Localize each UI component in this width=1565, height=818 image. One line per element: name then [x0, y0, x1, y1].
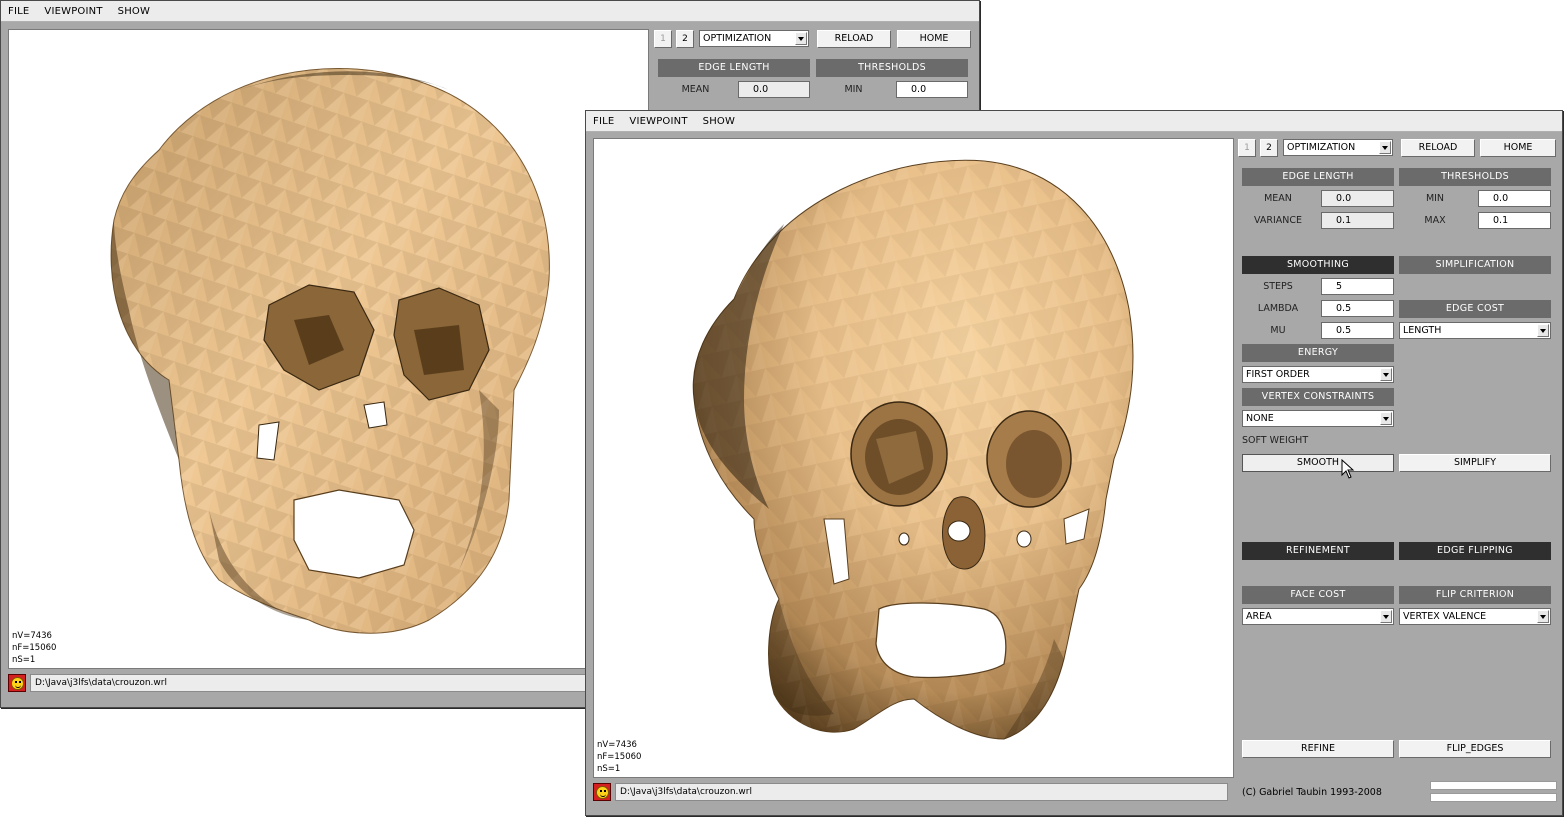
vertex-constraints-dropdown-icon [1380, 412, 1392, 425]
front-window: FILE VIEWPOINT SHOW nV=7436 nF=15060 nS=… [585, 110, 1563, 816]
vertex-constraints-header: VERTEX CONSTRAINTS [1242, 388, 1394, 406]
mean-label: MEAN [1264, 193, 1292, 204]
copyright-text: (C) Gabriel Taubin 1993-2008 [1242, 787, 1382, 798]
stat-vertex-count: nV=7436 [597, 740, 637, 750]
face-cost-value: AREA [1246, 611, 1272, 622]
optimization-panel: 1 2 OPTIMIZATION RELOAD HOME EDGE LENGTH… [1234, 133, 1562, 815]
smiley-icon[interactable] [593, 783, 611, 801]
lambda-field[interactable]: 0.5 [1321, 300, 1394, 317]
energy-value: FIRST ORDER [1246, 369, 1310, 380]
back-3d-viewport[interactable]: nV=7436 nF=15060 nS=1 [8, 29, 649, 669]
back-file-path: D:\Java\j3lfs\data\crouzon.wrl [30, 674, 630, 692]
back-tab-1[interactable]: 1 [654, 30, 672, 48]
variance-field[interactable]: 0.1 [1321, 212, 1394, 229]
back-thresholds-header: THRESHOLDS [816, 59, 968, 77]
back-home-button[interactable]: HOME [897, 30, 971, 48]
reload-button[interactable]: RELOAD [1401, 139, 1475, 157]
steps-label: STEPS [1263, 281, 1293, 292]
home-button[interactable]: HOME [1480, 139, 1556, 157]
smoothed-skull-mesh [692, 159, 1134, 740]
back-stat-ns: nS=1 [12, 655, 36, 665]
edge-cost-header: EDGE COST [1399, 300, 1551, 318]
back-smiley-icon[interactable] [8, 674, 26, 692]
back-mode-select[interactable]: OPTIMIZATION [699, 30, 809, 47]
back-mesh-stats: nV=7436 nF=15060 nS=1 [12, 630, 56, 666]
face-cost-dropdown-icon [1380, 610, 1392, 623]
lambda-label: LAMBDA [1257, 303, 1299, 314]
vertex-constraints-select[interactable]: NONE [1242, 410, 1394, 427]
flip-criterion-header: FLIP CRITERION [1399, 586, 1551, 604]
back-reload-button[interactable]: RELOAD [817, 30, 891, 48]
steps-field[interactable]: 5 [1321, 278, 1394, 295]
back-menu-viewpoint[interactable]: VIEWPOINT [44, 6, 102, 17]
simplify-button[interactable]: SIMPLIFY [1399, 454, 1551, 472]
menu-viewpoint[interactable]: VIEWPOINT [629, 116, 687, 127]
back-stat-nf: nF=15060 [12, 643, 57, 653]
mu-label: MU [1270, 325, 1286, 336]
front-statusbar: D:\Java\j3lfs\data\crouzon.wrl [593, 783, 1234, 801]
energy-dropdown-icon [1380, 368, 1392, 381]
flip-criterion-value: VERTEX VALENCE [1403, 611, 1487, 622]
back-mean-label: MEAN [681, 84, 710, 95]
edge-length-header: EDGE LENGTH [1242, 168, 1394, 186]
edge-cost-dropdown-icon [1537, 324, 1549, 337]
edge-cost-value: LENGTH [1403, 325, 1442, 336]
max-label: MAX [1424, 215, 1446, 226]
back-menubar: FILE VIEWPOINT SHOW [1, 1, 979, 22]
tab-1[interactable]: 1 [1238, 139, 1256, 157]
menu-show[interactable]: SHOW [703, 116, 735, 127]
max-field[interactable]: 0.1 [1478, 212, 1551, 229]
back-skull-mesh [110, 68, 550, 634]
min-label: MIN [1425, 193, 1445, 204]
back-min-label: MIN [844, 84, 863, 95]
mode-select-value: OPTIMIZATION [1287, 142, 1356, 153]
refine-button[interactable]: REFINE [1242, 740, 1394, 758]
back-mean-field[interactable]: 0.0 [738, 81, 810, 98]
mode-dropdown-icon [1379, 141, 1391, 154]
edge-flipping-header[interactable]: EDGE FLIPPING [1399, 542, 1551, 560]
stat-shape-count: nS=1 [597, 764, 621, 774]
face-cost-header: FACE COST [1242, 586, 1394, 604]
smoothing-header[interactable]: SMOOTHING [1242, 256, 1394, 274]
back-mode-dropdown-icon [795, 32, 807, 45]
face-cost-select[interactable]: AREA [1242, 608, 1394, 625]
back-menu-show[interactable]: SHOW [118, 6, 150, 17]
vertex-constraints-value: NONE [1246, 413, 1274, 424]
progress-bar-1 [1430, 781, 1557, 790]
stat-face-count: nF=15060 [597, 752, 642, 762]
edge-cost-select[interactable]: LENGTH [1399, 322, 1551, 339]
back-menu-file[interactable]: FILE [8, 6, 29, 17]
back-edge-length-header: EDGE LENGTH [658, 59, 810, 77]
back-mode-select-value: OPTIMIZATION [703, 33, 772, 44]
mode-select[interactable]: OPTIMIZATION [1283, 139, 1393, 156]
front-menubar: FILE VIEWPOINT SHOW [586, 111, 1562, 132]
min-field[interactable]: 0.0 [1478, 190, 1551, 207]
flip-criterion-select[interactable]: VERTEX VALENCE [1399, 608, 1551, 625]
mesh-stats: nV=7436 nF=15060 nS=1 [597, 739, 641, 775]
back-control-panel: 1 2 OPTIMIZATION RELOAD HOME EDGE LENGTH… [649, 23, 979, 113]
thresholds-header: THRESHOLDS [1399, 168, 1551, 186]
back-statusbar: D:\Java\j3lfs\data\crouzon.wrl [8, 674, 649, 692]
front-3d-viewport[interactable]: nV=7436 nF=15060 nS=1 [593, 138, 1234, 778]
progress-bar-2 [1430, 793, 1557, 802]
energy-select[interactable]: FIRST ORDER [1242, 366, 1394, 383]
refinement-header[interactable]: REFINEMENT [1242, 542, 1394, 560]
variance-label: VARIANCE [1253, 215, 1303, 226]
mouse-pointer-icon [1341, 459, 1355, 479]
mu-field[interactable]: 0.5 [1321, 322, 1394, 339]
flip-edges-button[interactable]: FLIP_EDGES [1399, 740, 1551, 758]
simplification-header[interactable]: SIMPLIFICATION [1399, 256, 1551, 274]
mean-field[interactable]: 0.0 [1321, 190, 1394, 207]
energy-header: ENERGY [1242, 344, 1394, 362]
flip-criterion-dropdown-icon [1537, 610, 1549, 623]
back-stat-nv: nV=7436 [12, 631, 52, 641]
tab-2[interactable]: 2 [1260, 139, 1278, 157]
soft-weight-label: SOFT WEIGHT [1242, 435, 1309, 446]
menu-file[interactable]: FILE [593, 116, 614, 127]
back-min-field[interactable]: 0.0 [896, 81, 968, 98]
file-path: D:\Java\j3lfs\data\crouzon.wrl [615, 783, 1228, 801]
back-tab-2[interactable]: 2 [676, 30, 694, 48]
smooth-button[interactable]: SMOOTH [1242, 454, 1394, 472]
